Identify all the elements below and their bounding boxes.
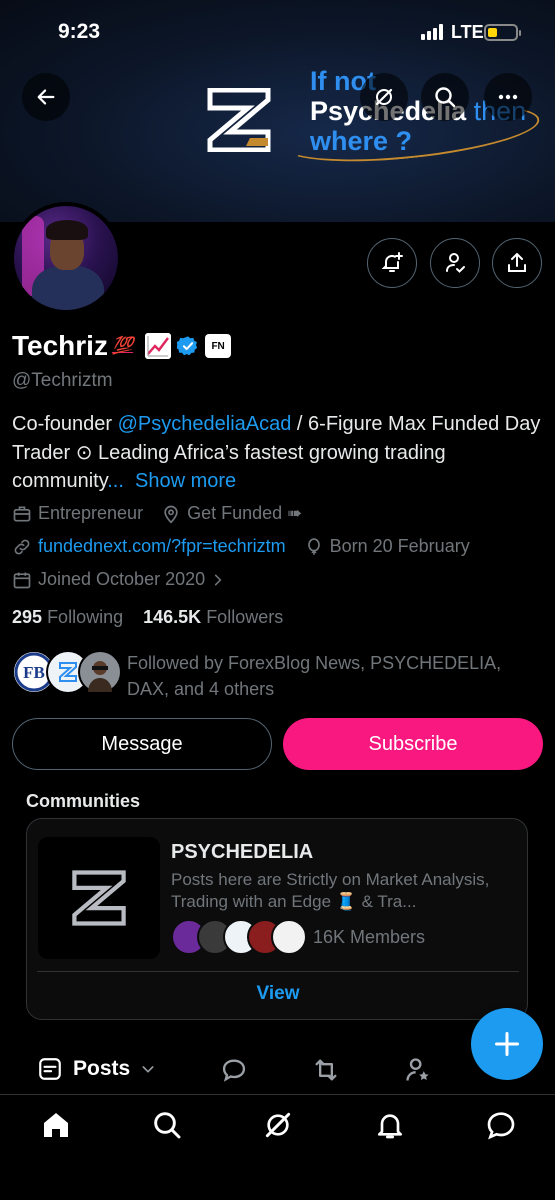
profile-meta-row-2: fundednext.com/?fpr=techriztm Born 20 Fe… — [12, 536, 488, 557]
more-icon — [498, 94, 518, 100]
search-icon[interactable] — [151, 1109, 183, 1141]
location-pin-icon — [164, 505, 178, 524]
category-item: Entrepreneur — [12, 503, 143, 524]
avatar-dax — [78, 650, 122, 694]
profile-bio: Co-founder @PsychedeliaAcad / 6-Figure M… — [12, 413, 541, 492]
verified-badge-icon[interactable] — [177, 335, 199, 357]
psychedelia-logo — [207, 88, 271, 152]
more-button[interactable] — [484, 73, 532, 121]
bio-mention-link[interactable]: @PsychedeliaAcad — [118, 413, 292, 435]
bottom-navigation — [0, 1094, 555, 1200]
search-button[interactable] — [421, 73, 469, 121]
calendar-icon — [13, 572, 31, 588]
community-image — [38, 837, 160, 959]
community-members: 16K Members — [313, 927, 426, 947]
website-link[interactable]: fundednext.com/?fpr=techriztm — [38, 536, 286, 557]
subscribe-button[interactable]: Subscribe — [283, 718, 543, 770]
balloon-icon — [307, 537, 320, 555]
community-description: Posts here are Strictly on Market Analys… — [171, 870, 490, 911]
profile-handle: @Techriztm — [12, 370, 113, 391]
community-card[interactable]: PSYCHEDELIA Posts here are Strictly on M… — [26, 818, 528, 1020]
community-name: PSYCHEDELIA — [171, 841, 314, 863]
location-item: Get Funded ➠ — [161, 503, 302, 524]
affiliate-badge[interactable]: FN — [205, 334, 232, 358]
divider — [37, 971, 519, 972]
svg-text:FB: FB — [23, 663, 45, 682]
chevron-right-icon — [215, 574, 222, 585]
share-button[interactable] — [492, 238, 542, 288]
back-arrow-icon — [37, 89, 55, 105]
share-icon — [508, 253, 526, 272]
follow-counts: 295 Following 146.5K Followers — [12, 607, 283, 628]
bell-plus-icon — [381, 252, 403, 272]
chart-increasing-icon — [145, 333, 172, 359]
birthday-item: Born 20 February — [304, 536, 470, 557]
following-link[interactable]: 295 Following — [12, 607, 123, 627]
avatar[interactable] — [10, 202, 122, 314]
hundred-emoji: 💯 — [111, 336, 134, 355]
status-time: 9:23 — [58, 20, 101, 43]
message-button[interactable]: Message — [12, 718, 272, 770]
reposts-filter-icon[interactable] — [312, 1056, 340, 1084]
compose-post-button[interactable] — [471, 1008, 543, 1080]
replies-filter-icon[interactable] — [220, 1056, 248, 1084]
joined-item[interactable]: Joined October 2020 — [12, 569, 231, 590]
member-avatar — [271, 919, 307, 955]
network-label: LTE — [451, 22, 484, 42]
messages-icon[interactable] — [485, 1109, 517, 1141]
notifications-toggle-button[interactable] — [367, 238, 417, 288]
show-more-link[interactable]: Show more — [135, 470, 236, 492]
website-item[interactable]: fundednext.com/?fpr=techriztm — [12, 536, 286, 557]
psychedelia-logo — [72, 870, 126, 926]
followers-link[interactable]: 146.5K Followers — [143, 607, 283, 627]
notifications-icon[interactable] — [374, 1109, 406, 1141]
status-bar: 9:23 LTE — [0, 0, 555, 64]
community-view-button[interactable]: View — [27, 983, 529, 1005]
display-name: Techriz — [12, 330, 108, 361]
profile-meta-row-1: Entrepreneur Get Funded ➠ — [12, 503, 320, 524]
posts-icon — [39, 1058, 61, 1080]
grok-icon — [375, 88, 393, 106]
display-name-row: Techriz 💯 FN — [12, 330, 232, 362]
signal-icon — [421, 24, 447, 40]
plus-icon — [494, 1031, 520, 1057]
briefcase-icon — [13, 506, 31, 521]
followed-by-text[interactable]: Followed by ForexBlog News, PSYCHEDELIA,… — [127, 650, 537, 702]
profile-meta-row-3[interactable]: Joined October 2020 — [12, 569, 249, 590]
chevron-down-icon — [142, 1066, 154, 1073]
grok-icon[interactable] — [262, 1109, 294, 1141]
back-button[interactable] — [22, 73, 70, 121]
communities-heading: Communities — [26, 791, 141, 811]
following-button[interactable] — [430, 238, 480, 288]
user-star-icon[interactable] — [404, 1056, 432, 1084]
search-icon — [435, 87, 456, 108]
battery-icon — [484, 24, 521, 41]
home-icon[interactable] — [40, 1109, 72, 1141]
link-icon — [14, 539, 30, 554]
grok-button[interactable] — [360, 73, 408, 121]
user-check-icon — [446, 253, 465, 273]
posts-filter-dropdown[interactable]: Posts — [37, 1056, 156, 1082]
